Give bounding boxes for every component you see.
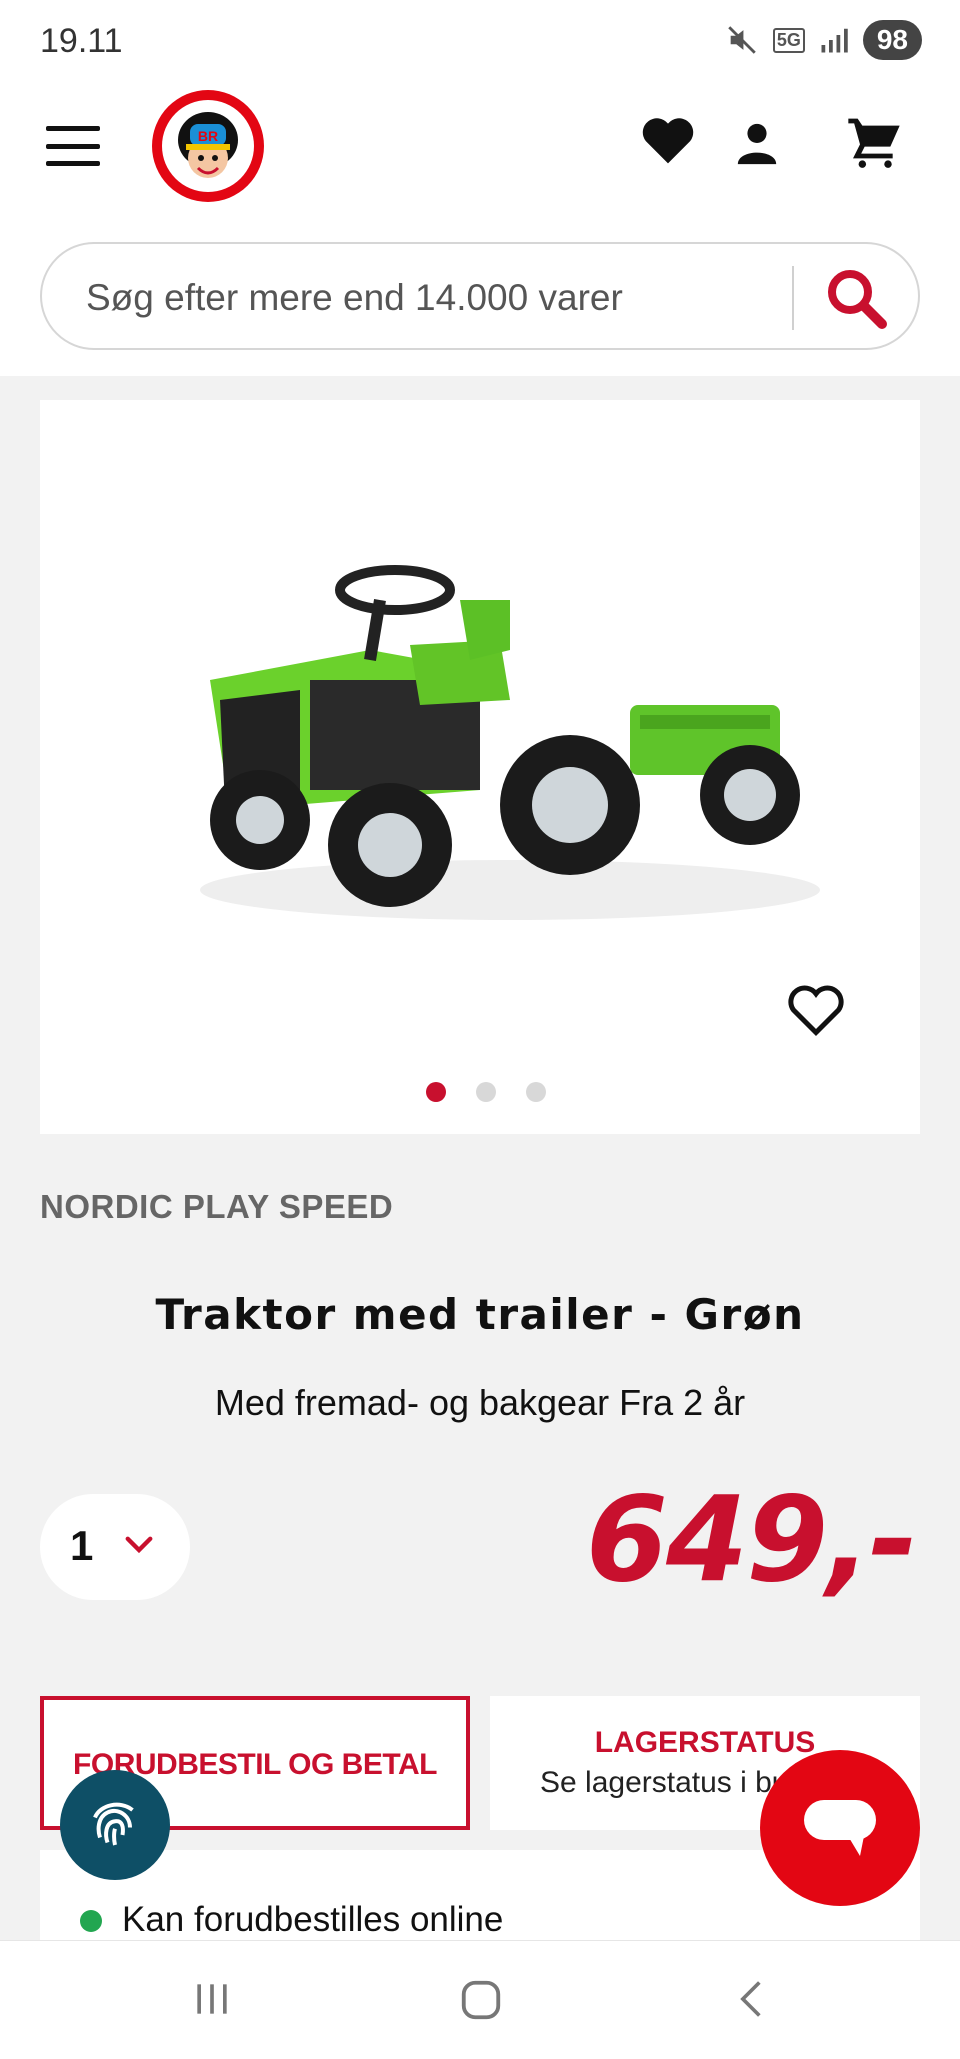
product-subtitle: Med fremad- og bakgear Fra 2 år [214, 1382, 746, 1423]
status-time: 19.11 [40, 22, 123, 60]
product-image-gallery[interactable] [40, 400, 920, 1134]
home-icon[interactable] [458, 1977, 504, 2023]
signal-icon [821, 28, 848, 53]
image-pagination [426, 1082, 546, 1102]
heart-icon[interactable] [640, 114, 696, 166]
quantity-select[interactable]: 1 [40, 1494, 190, 1600]
site-header: BR [0, 84, 960, 376]
availability-dot [80, 1910, 102, 1932]
logo-text: BR [198, 128, 218, 144]
back-icon[interactable] [730, 1977, 774, 2021]
product-image [200, 565, 820, 920]
recent-apps-icon[interactable] [190, 1977, 234, 2021]
br-logo[interactable]: BR [152, 90, 264, 202]
android-nav-bar [0, 1940, 960, 2059]
image-dot-1[interactable] [426, 1082, 446, 1102]
fingerprint-button[interactable] [60, 1770, 170, 1880]
search-icon[interactable] [822, 266, 890, 330]
hamburger-menu-icon[interactable] [46, 126, 100, 166]
availability-text: Kan forudbestilles online [122, 1900, 504, 1939]
cart-icon[interactable] [846, 116, 902, 168]
fingerprint-icon [93, 1802, 134, 1846]
add-to-wishlist-heart-icon[interactable] [786, 982, 846, 1038]
image-dot-2[interactable] [476, 1082, 496, 1102]
product-brand[interactable]: NORDIC PLAY SPEED [40, 1188, 393, 1226]
search-divider [792, 266, 794, 330]
quantity-value: 1 [70, 1522, 94, 1569]
battery-indicator: 98 [862, 20, 922, 60]
chat-bubble-icon [804, 1800, 876, 1856]
search-bar [40, 242, 920, 350]
user-icon[interactable] [734, 120, 780, 166]
br-mascot-icon: BR [178, 112, 238, 178]
product-title: Traktor med trailer - Grøn [155, 1290, 805, 1339]
status-bar: 19.11 5G 98 [0, 0, 960, 84]
network-icon: 5G [772, 27, 805, 53]
product-price: 649,- [585, 1470, 918, 1608]
chat-button[interactable] [760, 1750, 920, 1906]
mute-icon [728, 26, 756, 54]
status-icons: 5G 98 [725, 20, 922, 60]
chevron-down-icon [125, 1536, 153, 1554]
image-dot-3[interactable] [526, 1082, 546, 1102]
search-input[interactable] [86, 270, 786, 326]
